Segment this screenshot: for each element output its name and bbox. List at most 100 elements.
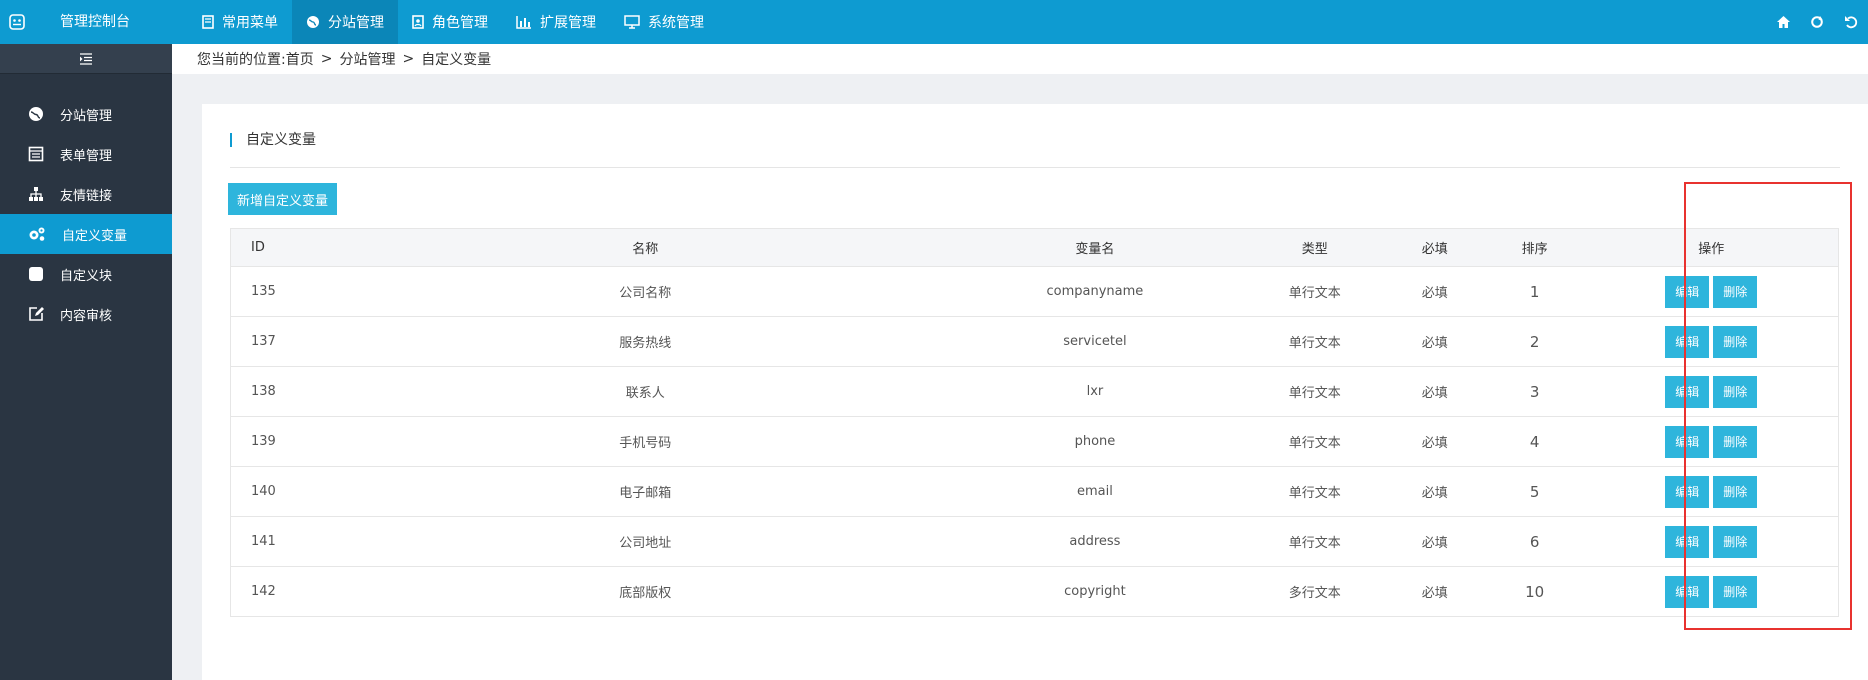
cell-type: 单行文本 (1244, 366, 1385, 417)
cell-actions: 编辑 删除 (1584, 316, 1839, 367)
cell-actions: 编辑 删除 (1584, 366, 1839, 417)
bookmark-icon (202, 15, 214, 29)
edit-button[interactable]: 编辑 (1665, 325, 1710, 358)
delete-button[interactable]: 删除 (1713, 525, 1758, 558)
sidebar-toggle[interactable] (0, 44, 172, 74)
cell-actions: 编辑 删除 (1584, 466, 1839, 517)
sidebar-item-substation[interactable]: 分站管理 (0, 94, 172, 134)
top-nav-label: 系统管理 (648, 15, 704, 31)
cell-required: 必填 (1384, 416, 1485, 467)
edit-button[interactable]: 编辑 (1665, 525, 1710, 558)
globe-icon (307, 16, 319, 28)
panel-title: 自定义变量 (230, 133, 316, 147)
table-header-row: ID 名称 变量名 类型 必填 排序 操作 (230, 228, 1839, 267)
cell-required: 必填 (1384, 316, 1485, 367)
logo-icon[interactable] (0, 0, 34, 44)
sidebar-item-custom-blocks[interactable]: 自定义块 (0, 254, 172, 294)
cell-id: 135 (230, 266, 346, 317)
home-icon[interactable] (1766, 15, 1800, 29)
logout-icon[interactable] (1834, 15, 1868, 29)
delete-button[interactable]: 删除 (1713, 325, 1758, 358)
cell-name: 公司名称 (345, 266, 945, 317)
cell-name: 公司地址 (345, 516, 945, 567)
cell-required: 必填 (1384, 466, 1485, 517)
cell-variable: address (945, 516, 1245, 567)
bar-chart-icon (516, 16, 531, 29)
cell-name: 底部版权 (345, 566, 945, 617)
cell-actions: 编辑 删除 (1584, 416, 1839, 467)
top-nav-label: 角色管理 (432, 15, 488, 31)
top-right-tools (1766, 0, 1868, 44)
form-icon (28, 146, 44, 162)
cell-sort: 3 (1484, 366, 1585, 417)
delete-button[interactable]: 删除 (1713, 475, 1758, 508)
menu-collapse-icon (80, 52, 92, 65)
cell-actions: 编辑 删除 (1584, 266, 1839, 317)
delete-button[interactable]: 删除 (1713, 425, 1758, 458)
edit-button[interactable]: 编辑 (1665, 425, 1710, 458)
top-nav-role[interactable]: 角色管理 (398, 0, 502, 44)
cell-required: 必填 (1384, 566, 1485, 617)
sitemap-icon (29, 187, 43, 201)
cell-id: 138 (230, 366, 346, 417)
cell-variable: email (945, 466, 1245, 517)
top-nav-substation[interactable]: 分站管理 (292, 0, 398, 44)
globe-icon (29, 107, 43, 121)
cell-required: 必填 (1384, 266, 1485, 317)
cell-required: 必填 (1384, 366, 1485, 417)
cell-type: 单行文本 (1244, 316, 1385, 367)
cell-name: 联系人 (345, 366, 945, 417)
cell-name: 手机号码 (345, 416, 945, 467)
sidebar-item-label: 自定义变量 (62, 228, 128, 244)
edit-button[interactable]: 编辑 (1665, 275, 1710, 308)
cell-variable: phone (945, 416, 1245, 467)
sidebar-item-content-review[interactable]: 内容审核 (0, 294, 172, 334)
cell-id: 142 (230, 566, 346, 617)
cell-variable: lxr (945, 366, 1245, 417)
breadcrumb-current: 自定义变量 (421, 52, 492, 68)
top-nav-system[interactable]: 系统管理 (610, 0, 718, 44)
column-header-actions: 操作 (1584, 228, 1839, 267)
top-nav-label: 常用菜单 (222, 15, 278, 31)
sidebar-item-label: 表单管理 (60, 148, 113, 164)
table-row: 141 公司地址 address 单行文本 必填 6 编辑 删除 (230, 516, 1839, 567)
table-row: 135 公司名称 companyname 单行文本 必填 1 编辑 删除 (230, 266, 1839, 317)
edit-icon (29, 307, 44, 321)
table-row: 137 服务热线 servicetel 单行文本 必填 2 编辑 删除 (230, 316, 1839, 367)
cell-id: 137 (230, 316, 346, 367)
breadcrumb-substation[interactable]: 分站管理 (339, 49, 395, 69)
edit-button[interactable]: 编辑 (1665, 575, 1710, 608)
breadcrumb-home[interactable]: 首页 (286, 49, 314, 69)
edit-button[interactable]: 编辑 (1665, 375, 1710, 408)
sidebar-item-links[interactable]: 友情链接 (0, 174, 172, 214)
cell-id: 141 (230, 516, 346, 567)
sidebar-item-label: 分站管理 (60, 108, 113, 124)
monitor-icon (624, 15, 640, 29)
column-header-sort: 排序 (1484, 228, 1585, 267)
top-nav-extension[interactable]: 扩展管理 (502, 0, 610, 44)
cell-actions: 编辑 删除 (1584, 516, 1839, 567)
top-nav-label: 扩展管理 (540, 15, 596, 31)
delete-button[interactable]: 删除 (1713, 375, 1758, 408)
cell-required: 必填 (1384, 516, 1485, 567)
id-card-icon (412, 15, 424, 29)
brand-title: 管理控制台 (60, 14, 130, 30)
delete-button[interactable]: 删除 (1713, 275, 1758, 308)
add-custom-variable-button[interactable]: 新增自定义变量 (228, 183, 338, 215)
sidebar-item-forms[interactable]: 表单管理 (0, 134, 172, 174)
sidebar-item-custom-variables[interactable]: 自定义变量 (0, 214, 172, 254)
edit-button[interactable]: 编辑 (1665, 475, 1710, 508)
cell-name: 服务热线 (345, 316, 945, 367)
cell-type: 单行文本 (1244, 416, 1385, 467)
cell-type: 多行文本 (1244, 566, 1385, 617)
delete-button[interactable]: 删除 (1713, 575, 1758, 608)
refresh-icon[interactable] (1800, 15, 1834, 29)
top-bar: 管理控制台 常用菜单 分站管理 角色管理 扩展管理 系统管理 (0, 0, 1868, 44)
column-header-name: 名称 (345, 228, 945, 267)
sidebar: 分站管理 表单管理 友情链接 自定义变量 自定义块 内容审核 (0, 44, 172, 680)
cell-sort: 6 (1484, 516, 1585, 567)
cell-id: 139 (230, 416, 346, 467)
cell-actions: 编辑 删除 (1584, 566, 1839, 617)
sidebar-item-label: 内容审核 (60, 308, 113, 324)
top-nav-common-menu[interactable]: 常用菜单 (188, 0, 292, 44)
